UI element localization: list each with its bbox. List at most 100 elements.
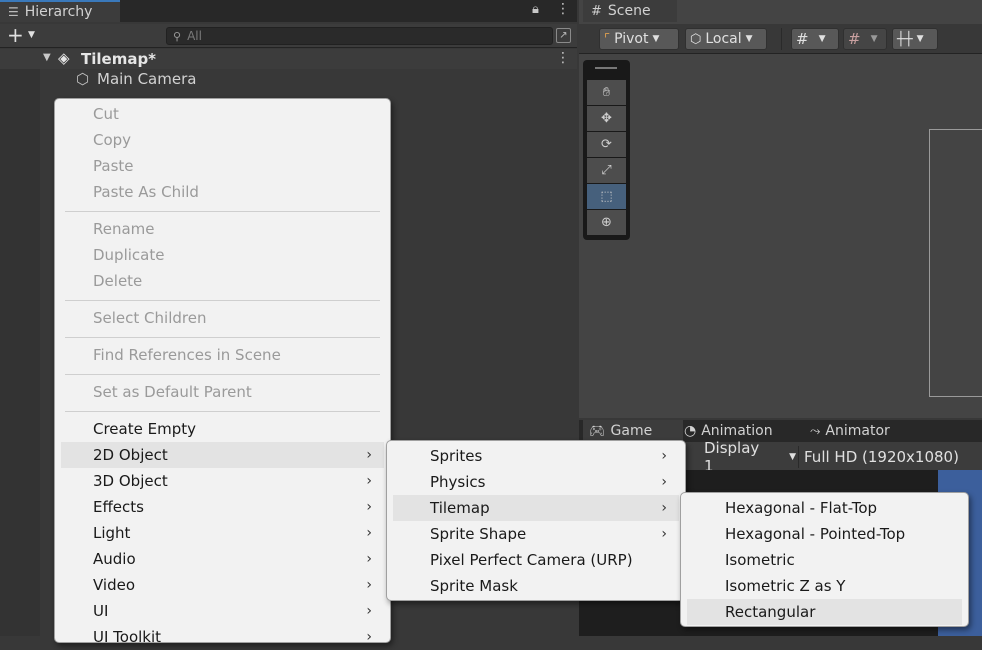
- grid-snap-icon: #: [848, 30, 861, 48]
- grid-visibility-dropdown[interactable]: # ▼: [791, 28, 839, 50]
- menu-item-paste-as-child[interactable]: Paste As Child: [55, 179, 390, 205]
- menu-item-find-references[interactable]: Find References in Scene: [55, 342, 390, 368]
- scale-tool-icon[interactable]: ⤢: [587, 158, 626, 183]
- menu-item-sprite-shape[interactable]: Sprite Shape ›: [387, 521, 685, 547]
- pivot-label: Pivot: [614, 31, 649, 47]
- menu-item-rename[interactable]: Rename: [55, 216, 390, 242]
- resolution-dropdown[interactable]: Full HD (1920x1080): [804, 446, 959, 468]
- toolbar-divider: [781, 28, 782, 50]
- drag-handle-icon[interactable]: [595, 67, 617, 69]
- search-placeholder: All: [187, 29, 202, 43]
- tab-animator[interactable]: ⤳ Animator: [810, 420, 890, 442]
- chevron-down-icon: ▼: [870, 34, 878, 44]
- increment-snap-dropdown[interactable]: ┼┼ ▼: [892, 28, 938, 50]
- menu-item-isometric-z-as-y[interactable]: Isometric Z as Y: [681, 573, 968, 599]
- menu-item-delete[interactable]: Delete: [55, 268, 390, 294]
- grid-visibility-icon: #: [796, 30, 809, 48]
- menu-item-pixel-perfect-camera[interactable]: Pixel Perfect Camera (URP): [387, 547, 685, 573]
- pivot-icon: ⌜: [604, 31, 611, 47]
- toolbar-divider: [798, 446, 799, 468]
- move-tool-icon[interactable]: ✥: [587, 106, 626, 131]
- unity-scene-icon: ◈: [58, 49, 70, 67]
- resolution-label: Full HD (1920x1080): [804, 448, 959, 466]
- menu-item-create-empty[interactable]: Create Empty: [55, 416, 390, 442]
- menu-item-duplicate[interactable]: Duplicate: [55, 242, 390, 268]
- menu-item-ui[interactable]: UI ›: [55, 598, 390, 624]
- chevron-down-icon: ▼: [745, 34, 753, 44]
- chevron-right-icon: ›: [366, 525, 372, 541]
- rect-tool-icon[interactable]: ⬚: [587, 184, 626, 209]
- chevron-down-icon: ▼: [789, 452, 796, 462]
- menu-item-2d-object[interactable]: 2D Object ›: [61, 442, 384, 468]
- display-dropdown[interactable]: Display 1 ▼: [692, 439, 796, 475]
- chevron-right-icon: ›: [661, 526, 667, 542]
- scene-options-icon[interactable]: ⋮: [556, 50, 570, 66]
- tab-animator-label: Animator: [825, 423, 890, 439]
- menu-separator: [65, 411, 380, 412]
- pivot-dropdown[interactable]: ⌜ Pivot ▼: [599, 28, 679, 50]
- chevron-down-icon: ▼: [652, 34, 660, 44]
- menu-item-3d-object[interactable]: 3D Object ›: [55, 468, 390, 494]
- list-item[interactable]: Main Camera: [97, 70, 196, 88]
- lock-icon[interactable]: 🔒︎: [532, 2, 539, 17]
- chevron-right-icon: ›: [661, 500, 667, 516]
- transform-tool-icon[interactable]: ⊕: [587, 210, 626, 235]
- animator-icon: ⤳: [810, 423, 821, 439]
- menu-item-isometric[interactable]: Isometric: [681, 547, 968, 573]
- clock-icon: ◔: [684, 423, 697, 439]
- tab-animation-label: Animation: [701, 423, 773, 439]
- chevron-right-icon: ›: [366, 447, 372, 463]
- hierarchy-tab[interactable]: ☰ Hierarchy: [0, 0, 120, 22]
- menu-item-hexagonal-pointed-top[interactable]: Hexagonal - Pointed-Top: [681, 521, 968, 547]
- search-input[interactable]: ⚲ All: [166, 27, 553, 45]
- chevron-right-icon: ›: [366, 473, 372, 489]
- menu-item-rectangular[interactable]: Rectangular: [687, 599, 962, 625]
- menu-item-light[interactable]: Light ›: [55, 520, 390, 546]
- expand-arrow-icon[interactable]: ▼: [43, 52, 51, 63]
- tab-game[interactable]: 🎮︎ Game: [583, 420, 683, 442]
- menu-item-ui-toolkit[interactable]: UI Toolkit ›: [55, 624, 390, 650]
- menu-item-video[interactable]: Video ›: [55, 572, 390, 598]
- chevron-right-icon: ›: [661, 448, 667, 464]
- menu-item-tilemap[interactable]: Tilemap ›: [393, 495, 679, 521]
- menu-separator: [65, 374, 380, 375]
- scene-tab[interactable]: # Scene: [583, 0, 677, 22]
- list-icon: ☰: [8, 5, 19, 19]
- menu-item-cut[interactable]: Cut: [55, 101, 390, 127]
- add-icon[interactable]: +: [7, 25, 24, 45]
- menu-item-physics[interactable]: Physics ›: [387, 469, 685, 495]
- more-options-icon[interactable]: ⋮: [556, 1, 570, 17]
- menu-item-effects[interactable]: Effects ›: [55, 494, 390, 520]
- menu-item-hexagonal-flat-top[interactable]: Hexagonal - Flat-Top: [681, 495, 968, 521]
- chevron-right-icon: ›: [366, 551, 372, 567]
- scene-tab-label: Scene: [607, 3, 651, 19]
- add-dropdown-chevron-icon[interactable]: ▼: [28, 30, 35, 40]
- local-dropdown[interactable]: ⬡ Local ▼: [685, 28, 767, 50]
- chevron-right-icon: ›: [366, 629, 372, 645]
- submenu-2d-object: Sprites › Physics › Tilemap › Sprite Shape ›…: [386, 440, 686, 601]
- scene-view[interactable]: [579, 0, 982, 418]
- gamepad-icon: 🎮︎: [589, 423, 606, 439]
- menu-item-sprites[interactable]: Sprites ›: [387, 443, 685, 469]
- chevron-right-icon: ›: [366, 499, 372, 515]
- menu-item-sprite-mask[interactable]: Sprite Mask: [387, 573, 685, 599]
- search-icon: ⚲: [173, 29, 182, 43]
- menu-item-set-default-parent[interactable]: Set as Default Parent: [55, 379, 390, 405]
- scene-name: Tilemap*: [81, 50, 157, 68]
- rotate-tool-icon[interactable]: ⟳: [587, 132, 626, 157]
- scene-search-toggle-icon[interactable]: ↗: [556, 28, 571, 43]
- chevron-right-icon: ›: [366, 577, 372, 593]
- hand-tool-icon[interactable]: ✋︎: [587, 80, 626, 105]
- grid-snapping-dropdown[interactable]: # ▼: [843, 28, 887, 50]
- chevron-down-icon: ▼: [818, 34, 826, 44]
- chevron-down-icon: ▼: [916, 34, 924, 44]
- menu-item-select-children[interactable]: Select Children: [55, 305, 390, 331]
- menu-item-paste[interactable]: Paste: [55, 153, 390, 179]
- menu-separator: [65, 300, 380, 301]
- gameobject-cube-icon: ⬡: [76, 70, 90, 88]
- menu-item-copy[interactable]: Copy: [55, 127, 390, 153]
- chevron-right-icon: ›: [366, 603, 372, 619]
- submenu-tilemap: Hexagonal - Flat-Top Hexagonal - Pointed…: [680, 492, 969, 627]
- ruler-icon: ┼┼: [897, 31, 913, 47]
- menu-item-audio[interactable]: Audio ›: [55, 546, 390, 572]
